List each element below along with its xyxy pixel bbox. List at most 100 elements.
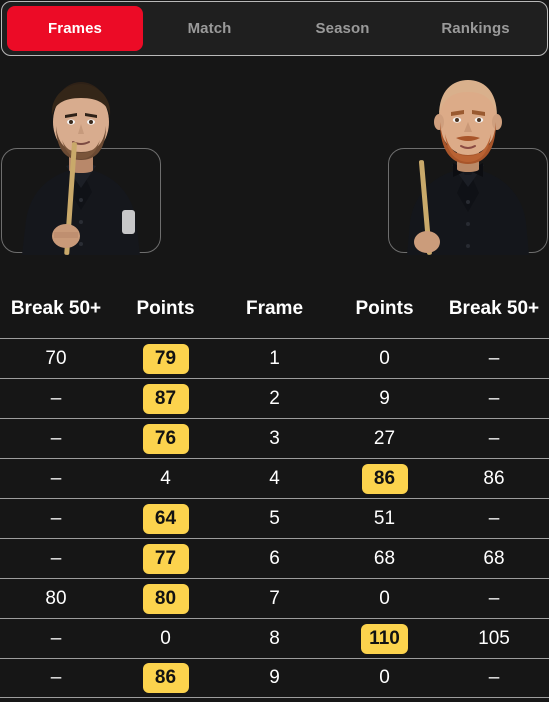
- cell-points-left: 79: [112, 339, 219, 378]
- cell-frame: 9: [219, 659, 330, 697]
- cell-break-right: 105: [439, 619, 549, 658]
- frames-screen: Frames Match Season Rankings Break 50+ P…: [0, 0, 549, 702]
- cell-break-right: 86: [439, 459, 549, 498]
- tab-rankings-label: Rankings: [441, 20, 510, 37]
- players-section: [0, 60, 549, 270]
- cell-points-right: 0: [330, 659, 439, 697]
- cell-points-right: 68: [330, 539, 439, 578]
- cell-break-left: –: [0, 659, 112, 697]
- cell-break-left: –: [0, 459, 112, 498]
- cell-break-left: –: [0, 539, 112, 578]
- cell-value: –: [488, 427, 500, 449]
- tab-season[interactable]: Season: [276, 6, 409, 51]
- cell-frame: 7: [219, 579, 330, 618]
- table-row[interactable]: – 0 8 110 105: [0, 618, 549, 658]
- cell-value: 7: [269, 587, 280, 609]
- cell-points-right: 86: [330, 459, 439, 498]
- cell-value: 2: [269, 387, 280, 409]
- points-badge: 79: [142, 343, 189, 374]
- table-row[interactable]: – 86 9 0 –: [0, 658, 549, 698]
- table-row[interactable]: – 77 6 68 68: [0, 538, 549, 578]
- cell-points-right: 110: [330, 619, 439, 658]
- cell-break-left: –: [0, 419, 112, 458]
- cell-value: 4: [160, 467, 171, 489]
- cell-frame: 5: [219, 499, 330, 538]
- cell-break-right: –: [439, 339, 549, 378]
- cell-points-right: 9: [330, 379, 439, 418]
- cell-frame: 8: [219, 619, 330, 658]
- cell-points-left: 87: [112, 379, 219, 418]
- cell-value: –: [50, 627, 62, 649]
- points-badge: 76: [142, 423, 189, 454]
- header-points-right: Points: [355, 298, 414, 319]
- cell-value: 0: [160, 627, 171, 649]
- tab-match-label: Match: [187, 20, 232, 37]
- cell-break-right: –: [439, 579, 549, 618]
- cell-frame: 2: [219, 379, 330, 418]
- header-points-left: Points: [136, 298, 195, 319]
- points-badge: 110: [361, 623, 408, 654]
- cell-value: 0: [379, 347, 390, 369]
- cell-frame: 4: [219, 459, 330, 498]
- cell-break-right: –: [439, 419, 549, 458]
- cell-value: –: [488, 587, 500, 609]
- cell-break-right: –: [439, 379, 549, 418]
- cell-value: –: [488, 347, 500, 369]
- cell-points-right: 27: [330, 419, 439, 458]
- tab-season-label: Season: [315, 20, 370, 37]
- cell-value: –: [50, 667, 62, 688]
- cell-value: 9: [379, 387, 390, 409]
- cell-break-left: 80: [0, 579, 112, 618]
- table-row[interactable]: – 64 5 51 –: [0, 498, 549, 538]
- cell-points-left: 4: [112, 459, 219, 498]
- cell-points-left: 64: [112, 499, 219, 538]
- cell-value: 68: [483, 547, 505, 569]
- cell-break-left: 70: [0, 339, 112, 378]
- right-player-photo: [387, 60, 549, 255]
- cell-value: –: [50, 547, 62, 569]
- points-badge: 77: [142, 543, 189, 574]
- cell-value: –: [50, 427, 62, 449]
- cell-frame: 3: [219, 419, 330, 458]
- table-header-row: Break 50+ Points Frame Points Break 50+: [0, 280, 549, 338]
- header-break-left: Break 50+: [10, 298, 102, 319]
- cell-break-right: –: [439, 499, 549, 538]
- cell-frame: 6: [219, 539, 330, 578]
- cell-points-right: 0: [330, 339, 439, 378]
- cell-value: 0: [379, 667, 390, 688]
- cell-break-left: –: [0, 619, 112, 658]
- points-badge: 86: [142, 663, 189, 693]
- tab-frames[interactable]: Frames: [7, 6, 143, 51]
- cell-value: 4: [269, 467, 280, 489]
- points-badge: 86: [361, 463, 408, 494]
- tab-bar: Frames Match Season Rankings: [1, 1, 548, 56]
- cell-break-right: 68: [439, 539, 549, 578]
- cell-points-left: 77: [112, 539, 219, 578]
- header-break-right: Break 50+: [448, 298, 540, 319]
- cell-value: –: [50, 467, 62, 489]
- cell-break-right: –: [439, 659, 549, 697]
- cell-points-right: 51: [330, 499, 439, 538]
- table-body: 70 79 1 0– –87 2 9– –76 3 27– –4 4 86 86–64 5 51– –77 6 68…: [0, 338, 549, 698]
- cell-value: 68: [373, 547, 396, 569]
- tab-match[interactable]: Match: [143, 6, 276, 51]
- cell-value: 9: [269, 667, 280, 688]
- tab-frames-label: Frames: [48, 20, 102, 37]
- left-player-photo: [0, 60, 162, 255]
- cell-value: –: [488, 387, 500, 409]
- tab-rankings[interactable]: Rankings: [409, 6, 542, 51]
- table-row[interactable]: 70 79 1 0 –: [0, 338, 549, 378]
- cell-value: 27: [373, 427, 396, 449]
- cell-value: 86: [483, 467, 505, 489]
- cell-value: –: [488, 667, 500, 688]
- cell-value: 1: [269, 347, 280, 369]
- cell-value: 80: [45, 587, 67, 609]
- table-row[interactable]: – 76 3 27 –: [0, 418, 549, 458]
- header-frame: Frame: [245, 298, 304, 319]
- points-badge: 80: [142, 583, 189, 614]
- table-row[interactable]: – 4 4 86 86: [0, 458, 549, 498]
- table-row[interactable]: 80 80 7 0 –: [0, 578, 549, 618]
- cell-frame: 1: [219, 339, 330, 378]
- table-row[interactable]: – 87 2 9 –: [0, 378, 549, 418]
- frames-table: Break 50+ Points Frame Points Break 50+ …: [0, 280, 549, 698]
